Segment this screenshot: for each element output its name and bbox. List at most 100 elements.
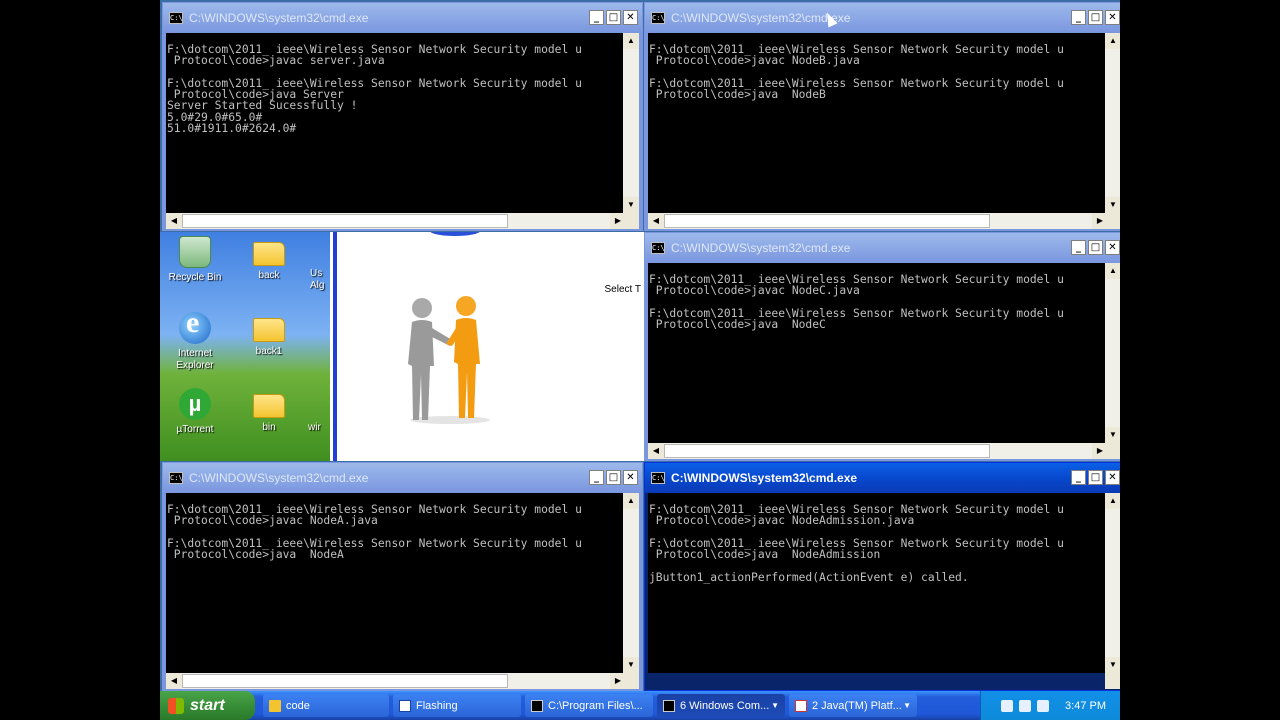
- network-icon[interactable]: [1001, 699, 1014, 712]
- cmd-window-nodeadmission[interactable]: C:\ C:\WINDOWS\system32\cmd.exe _ □ ✕ F:…: [644, 462, 1120, 691]
- scroll-up-arrow-icon[interactable]: ▲: [1105, 493, 1120, 509]
- group-dropdown-icon[interactable]: ▼: [771, 701, 779, 710]
- scroll-corner: [623, 213, 639, 229]
- vertical-scrollbar[interactable]: ▲ ▼: [623, 493, 639, 673]
- taskbar-button-program-files[interactable]: C:\Program Files\...: [525, 694, 653, 717]
- close-button[interactable]: ✕: [623, 10, 638, 25]
- vertical-scrollbar[interactable]: ▲ ▼: [1105, 33, 1120, 213]
- taskbar-button-flashing[interactable]: Flashing: [393, 694, 521, 717]
- console-text: F:\dotcom\2011_ ieee\Wireless Sensor Net…: [649, 273, 1064, 332]
- minimize-button[interactable]: _: [589, 470, 604, 485]
- taskbar-button-java-platform[interactable]: 2 Java(TM) Platf... ▼: [789, 694, 917, 717]
- cmd-window-nodeb[interactable]: C:\ C:\WINDOWS\system32\cmd.exe _ □ ✕ F:…: [644, 2, 1120, 231]
- handshake-figures-illustration: [408, 296, 490, 424]
- maximize-button[interactable]: □: [606, 10, 621, 25]
- flash-app-icon: [399, 699, 411, 712]
- clock[interactable]: 3:47 PM: [1065, 700, 1106, 712]
- console-text: F:\dotcom\2011_ ieee\Wireless Sensor Net…: [167, 43, 582, 136]
- scroll-up-arrow-icon[interactable]: ▲: [623, 33, 639, 49]
- taskbar-button-label: Flashing: [416, 699, 458, 712]
- taskbar-button-label: 2 Java(TM) Platf...: [812, 699, 902, 712]
- cmd-window-server[interactable]: C:\ C:\WINDOWS\system32\cmd.exe _ □ ✕ F:…: [162, 2, 643, 231]
- scroll-down-arrow-icon[interactable]: ▼: [1105, 197, 1120, 213]
- scroll-left-arrow-icon[interactable]: ◀: [648, 443, 664, 459]
- folder-icon: [269, 699, 281, 712]
- partial-icon-label: Us Alg: [310, 268, 324, 292]
- window-titlebar[interactable]: C:\ C:\WINDOWS\system32\cmd.exe _ □ ✕: [163, 3, 642, 33]
- maximize-button[interactable]: □: [1088, 470, 1103, 485]
- scroll-down-arrow-icon[interactable]: ▼: [1105, 427, 1120, 443]
- taskbar-button-label: C:\Program Files\...: [548, 699, 643, 712]
- scroll-corner: [1105, 673, 1120, 689]
- vertical-scrollbar[interactable]: ▲ ▼: [623, 33, 639, 213]
- desktop-icon-bin[interactable]: bin: [234, 388, 304, 434]
- console-output[interactable]: F:\dotcom\2011_ ieee\Wireless Sensor Net…: [648, 493, 1108, 673]
- horizontal-scrollbar[interactable]: ◀ ▶: [166, 213, 626, 229]
- maximize-button[interactable]: □: [1088, 10, 1103, 25]
- window-titlebar[interactable]: C:\ C:\WINDOWS\system32\cmd.exe _ □ ✕: [645, 463, 1120, 493]
- horizontal-scrollbar[interactable]: ◀ ▶: [166, 673, 626, 689]
- vertical-scrollbar[interactable]: ▲ ▼: [1105, 493, 1120, 673]
- console-output[interactable]: F:\dotcom\2011_ ieee\Wireless Sensor Net…: [648, 263, 1108, 443]
- group-dropdown-icon[interactable]: ▼: [903, 701, 911, 710]
- taskbar-button-code[interactable]: code: [263, 694, 389, 717]
- maximize-button[interactable]: □: [606, 470, 621, 485]
- minimize-button[interactable]: _: [589, 10, 604, 25]
- console-output[interactable]: F:\dotcom\2011_ ieee\Wireless Sensor Net…: [648, 33, 1108, 213]
- scroll-thumb[interactable]: [182, 674, 508, 688]
- desktop-icon-back[interactable]: back: [234, 236, 304, 282]
- scroll-thumb[interactable]: [182, 214, 508, 228]
- window-titlebar[interactable]: C:\ C:\WINDOWS\system32\cmd.exe _ □ ✕: [645, 3, 1120, 33]
- windows-logo-icon: [168, 697, 184, 714]
- taskbar-button-windows-command[interactable]: 6 Windows Com... ▼: [657, 694, 785, 717]
- scroll-down-arrow-icon[interactable]: ▼: [623, 657, 639, 673]
- cmd-app-icon: C:\: [169, 472, 183, 484]
- desktop[interactable]: Recycle Bin back Internet Explorer back1…: [160, 232, 645, 461]
- console-text: F:\dotcom\2011_ ieee\Wireless Sensor Net…: [167, 503, 582, 562]
- desktop-icon-recycle-bin[interactable]: Recycle Bin: [160, 236, 230, 284]
- minimize-button[interactable]: _: [1071, 470, 1086, 485]
- cmd-window-nodea[interactable]: C:\ C:\WINDOWS\system32\cmd.exe _ □ ✕ F:…: [162, 462, 643, 691]
- presentation-window[interactable]: Select T: [330, 232, 645, 461]
- cmd-window-nodec[interactable]: C:\ C:\WINDOWS\system32\cmd.exe _ □ ✕ F:…: [644, 232, 1120, 461]
- window-titlebar[interactable]: C:\ C:\WINDOWS\system32\cmd.exe _ □ ✕: [645, 233, 1120, 263]
- close-button[interactable]: ✕: [623, 470, 638, 485]
- volume-icon[interactable]: [1019, 699, 1032, 712]
- scroll-thumb[interactable]: [664, 444, 990, 458]
- cmd-app-icon: C:\: [651, 12, 665, 24]
- scroll-up-arrow-icon[interactable]: ▲: [1105, 263, 1120, 279]
- security-icon[interactable]: [1037, 699, 1050, 712]
- desktop-icon-label: back1: [255, 346, 283, 357]
- desktop-icon-utorrent[interactable]: µ µTorrent: [160, 388, 230, 436]
- window-titlebar[interactable]: C:\ C:\WINDOWS\system32\cmd.exe _ □ ✕: [163, 463, 642, 493]
- scroll-left-arrow-icon[interactable]: ◀: [166, 673, 182, 689]
- cmd-app-icon: C:\: [169, 12, 183, 24]
- maximize-button[interactable]: □: [1088, 240, 1103, 255]
- desktop-icon-label: back: [258, 270, 280, 281]
- start-button[interactable]: start: [160, 691, 255, 720]
- horizontal-scrollbar[interactable]: ◀ ▶: [648, 443, 1108, 459]
- scroll-left-arrow-icon[interactable]: ◀: [166, 213, 182, 229]
- scroll-corner: [1105, 213, 1120, 229]
- scroll-down-arrow-icon[interactable]: ▼: [1105, 657, 1120, 673]
- console-output[interactable]: F:\dotcom\2011_ ieee\Wireless Sensor Net…: [166, 493, 626, 673]
- close-button[interactable]: ✕: [1105, 470, 1120, 485]
- scroll-corner: [1105, 443, 1120, 459]
- minimize-button[interactable]: _: [1071, 240, 1086, 255]
- desktop-icon-back1[interactable]: back1: [234, 312, 304, 358]
- minimize-button[interactable]: _: [1071, 10, 1086, 25]
- close-button[interactable]: ✕: [1105, 10, 1120, 25]
- scroll-left-arrow-icon[interactable]: ◀: [648, 213, 664, 229]
- scroll-down-arrow-icon[interactable]: ▼: [623, 197, 639, 213]
- horizontal-scrollbar[interactable]: ◀ ▶: [648, 213, 1108, 229]
- console-output[interactable]: F:\dotcom\2011_ ieee\Wireless Sensor Net…: [166, 33, 626, 213]
- presentation-decoration: [430, 232, 480, 236]
- vertical-scrollbar[interactable]: ▲ ▼: [1105, 263, 1120, 443]
- desktop-icon-internet-explorer[interactable]: Internet Explorer: [160, 306, 230, 372]
- scroll-up-arrow-icon[interactable]: ▲: [623, 493, 639, 509]
- taskbar-button-label: 6 Windows Com...: [680, 699, 770, 712]
- cmd-app-icon: C:\: [651, 242, 665, 254]
- close-button[interactable]: ✕: [1105, 240, 1120, 255]
- scroll-up-arrow-icon[interactable]: ▲: [1105, 33, 1120, 49]
- scroll-thumb[interactable]: [664, 214, 990, 228]
